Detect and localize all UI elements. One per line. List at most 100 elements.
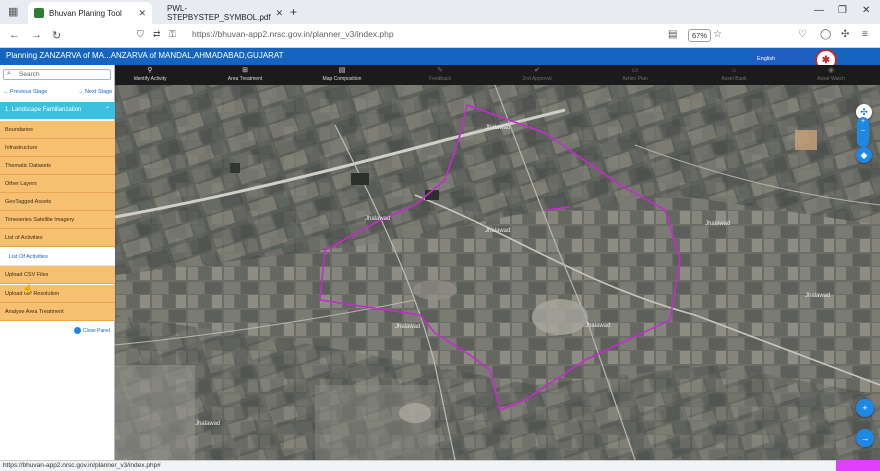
village-label: Jhalawad bbox=[365, 216, 390, 222]
close-panel-icon bbox=[74, 327, 81, 334]
arrow-right-icon[interactable]: → bbox=[856, 429, 874, 447]
zoom-level[interactable]: 67% bbox=[688, 29, 712, 42]
close-tab-icon[interactable]: ✕ bbox=[138, 8, 146, 19]
stage-header[interactable]: 1. Landscape Familiarization ⌃ bbox=[0, 102, 115, 119]
address-toolbar: ← → ↻ ⛉ ⇄ ⚿ https://bhuvan-app2.nrsc.gov… bbox=[0, 24, 880, 48]
layers-icon[interactable]: ◆ bbox=[856, 147, 872, 163]
zoom-in-icon[interactable]: + bbox=[857, 117, 869, 127]
new-tab-button[interactable]: + bbox=[290, 5, 297, 19]
sidebar-item-label: Boundaries bbox=[5, 127, 33, 133]
tool-label: Action Plan bbox=[622, 76, 648, 82]
sidebar-item-label: Analyse Area Treatment bbox=[5, 309, 64, 315]
previous-stage-label: Previous Stage bbox=[10, 89, 48, 95]
key-icon[interactable]: ⚿ bbox=[169, 29, 176, 40]
sidebar-item-label: Other Layers bbox=[5, 181, 37, 187]
stage-header-label: 1. Landscape Familiarization bbox=[5, 107, 82, 113]
village-label: Jhalawad bbox=[705, 221, 730, 227]
next-stage-button[interactable]: → Next Stage bbox=[78, 89, 112, 95]
sidebar-item-label: List of Activities bbox=[5, 235, 43, 241]
sidebar-item-timeseries-imagery[interactable]: Timeseries Satellite Imagery bbox=[0, 211, 115, 229]
browser-tab-pdf[interactable]: PWL-STEPBYSTEP_SYMBOL.pdf ✕ bbox=[156, 2, 284, 24]
village-label: Jhalawad bbox=[395, 324, 420, 330]
zoom-control[interactable]: + − bbox=[857, 117, 869, 147]
zoom-out-icon[interactable]: − bbox=[857, 127, 869, 137]
add-icon[interactable]: + bbox=[856, 399, 874, 417]
minimize-icon[interactable]: — bbox=[814, 5, 824, 16]
check-circle-icon: ✔ bbox=[534, 67, 540, 74]
browser-window: ▦ Bhuvan Planing Tool ✕ PWL-STEPBYSTEP_S… bbox=[0, 0, 880, 471]
search-input[interactable]: ⌕ Search bbox=[3, 69, 111, 80]
permissions-icon[interactable]: ⇄ bbox=[153, 29, 161, 40]
area-treatment-button[interactable]: ⊞ Area Treatment bbox=[210, 65, 280, 85]
tool-label: Identify Activity bbox=[133, 76, 167, 82]
sidebar-item-label: Thematic Datasets bbox=[5, 163, 51, 169]
plus-box-icon: ⊞ bbox=[242, 67, 248, 74]
sidebar-item-analyse-area-treatment[interactable]: Analyse Area Treatment bbox=[0, 303, 115, 321]
map-pin-icon: ⚲ bbox=[147, 67, 153, 74]
tab-label: PWL-STEPBYSTEP_SYMBOL.pdf bbox=[167, 4, 271, 22]
sidebar-item-geotagged-assets[interactable]: GeoTagged Assets bbox=[0, 193, 115, 211]
sidebar-item-upload-gp-resolution[interactable]: Upload GP Resolution bbox=[0, 285, 115, 303]
eye-icon: ◉ bbox=[827, 67, 835, 74]
browser-tab-bhuvan[interactable]: Bhuvan Planing Tool ✕ bbox=[28, 2, 152, 24]
sidebar-item-upload-csv[interactable]: Upload CSV Files bbox=[0, 266, 115, 284]
menu-icon[interactable]: ≡ bbox=[862, 29, 868, 40]
tab-label: Bhuvan Planing Tool bbox=[49, 8, 122, 18]
village-label: Jhalawad bbox=[585, 323, 610, 329]
url-field[interactable]: https://bhuvan-app2.nrsc.gov.in/planner_… bbox=[192, 29, 394, 39]
village-label: Jhalawad bbox=[485, 228, 510, 234]
asset-watch-button[interactable]: ◉ Asset Watch bbox=[796, 65, 866, 85]
sidebar-item-other-layers[interactable]: Other Layers bbox=[0, 175, 115, 193]
satellite-map[interactable]: Jhalawad Jhalawad Jhalawad Jhalawad Jhal… bbox=[115, 85, 880, 460]
tab-list-icon[interactable]: ▦ bbox=[8, 5, 18, 18]
back-icon[interactable]: ← bbox=[9, 29, 20, 41]
sidebar-item-list-of-activities[interactable]: List of Activities bbox=[0, 229, 115, 247]
shield-icon[interactable]: ⛉ bbox=[137, 29, 144, 40]
bhuvan-favicon-icon bbox=[34, 8, 44, 18]
page-title: Planning ZANZARVA of MA...ANZARVA of MAN… bbox=[6, 51, 284, 60]
previous-stage-button[interactable]: ← Previous Stage bbox=[3, 89, 47, 95]
sidebar-subitem-list-of-activities[interactable]: List Of Activities bbox=[0, 248, 115, 266]
asset-bank-button[interactable]: ⌂ Asset Bank bbox=[699, 65, 769, 85]
sidebar-item-label: Infrastructure bbox=[5, 145, 38, 151]
identify-activity-button[interactable]: ⚲ Identify Activity bbox=[115, 65, 185, 85]
tool-label: 2nd Approval bbox=[522, 76, 552, 82]
village-label: Jhalawad bbox=[195, 421, 220, 427]
language-label[interactable]: English bbox=[757, 56, 775, 62]
sidebar-item-thematic-datasets[interactable]: Thematic Datasets bbox=[0, 157, 115, 175]
village-label: Jhalawad bbox=[485, 125, 510, 131]
feedback-button[interactable]: ✎ Feedback bbox=[405, 65, 475, 85]
status-url: https://bhuvan-app2.nrsc.gov.in/planner_… bbox=[3, 462, 161, 469]
close-panel-button[interactable]: Close Panel bbox=[74, 327, 110, 334]
bookmark-star-icon[interactable]: ☆ bbox=[713, 29, 722, 40]
tool-bar: ⚲ Identify Activity ⊞ Area Treatment ▤ M… bbox=[115, 65, 880, 85]
tool-label: Asset Bank bbox=[721, 76, 747, 82]
sidebar-item-infrastructure[interactable]: Infrastructure bbox=[0, 139, 115, 157]
tool-label: Map Composition bbox=[322, 76, 362, 82]
mouse-cursor-icon: ☝ bbox=[22, 283, 34, 293]
close-window-icon[interactable]: ✕ bbox=[862, 5, 870, 16]
map-canvas[interactable]: Jhalawad Jhalawad Jhalawad Jhalawad Jhal… bbox=[115, 85, 880, 460]
search-placeholder: Search bbox=[19, 71, 40, 78]
overlay-badge bbox=[836, 460, 880, 471]
map-icon: ▤ bbox=[338, 67, 346, 74]
map-composition-button[interactable]: ▤ Map Composition bbox=[307, 65, 377, 85]
search-icon: ⌕ bbox=[7, 70, 11, 77]
forward-icon[interactable]: → bbox=[31, 29, 42, 41]
extensions-icon[interactable]: ✣ bbox=[841, 29, 849, 40]
action-plan-button[interactable]: ▭ Action Plan bbox=[600, 65, 670, 85]
account-icon[interactable]: ◯ bbox=[820, 29, 831, 40]
reader-view-icon[interactable]: ▤ bbox=[668, 29, 677, 40]
sidebar-item-boundaries[interactable]: Boundaries bbox=[0, 121, 115, 139]
collapse-arrow-icon[interactable]: ⌃ bbox=[105, 102, 110, 119]
print-icon: ▭ bbox=[631, 67, 639, 74]
restore-icon[interactable]: ❐ bbox=[838, 5, 847, 16]
sidebar-item-label: Upload CSV Files bbox=[5, 272, 49, 278]
status-bar: https://bhuvan-app2.nrsc.gov.in/planner_… bbox=[0, 460, 880, 471]
second-approval-button[interactable]: ✔ 2nd Approval bbox=[502, 65, 572, 85]
close-tab-icon[interactable]: ✕ bbox=[276, 8, 284, 19]
reload-icon[interactable]: ↻ bbox=[52, 29, 61, 42]
app-header: Planning ZANZARVA of MA...ANZARVA of MAN… bbox=[0, 48, 880, 65]
tool-label: Asset Watch bbox=[817, 76, 845, 82]
pocket-icon[interactable]: ♡ bbox=[798, 29, 807, 40]
